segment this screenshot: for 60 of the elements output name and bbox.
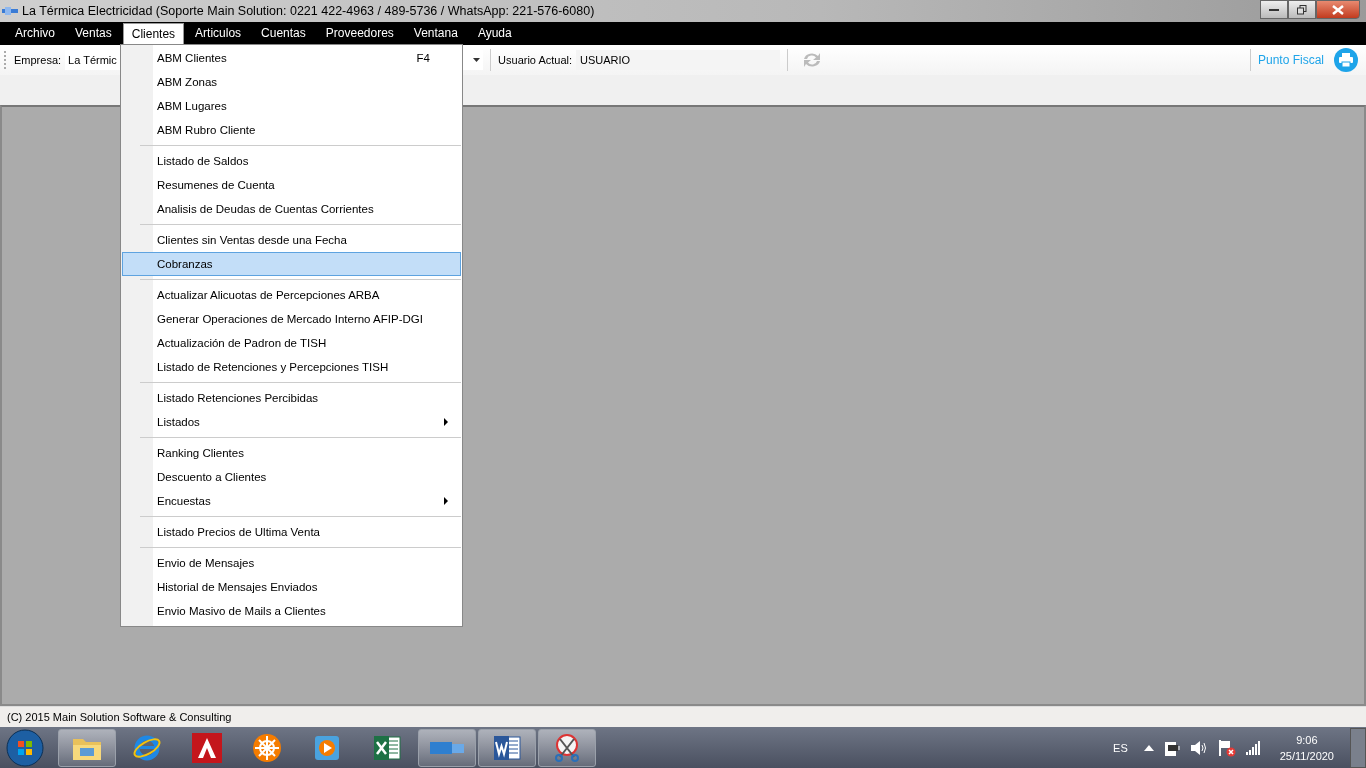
close-button[interactable]: [1316, 0, 1360, 19]
volume-icon[interactable]: [1189, 739, 1208, 756]
ship-wheel-icon: [252, 732, 282, 763]
menu-entry[interactable]: Historial de Mensajes Enviados: [122, 575, 461, 599]
minimize-button[interactable]: [1260, 0, 1288, 19]
menu-entry[interactable]: Listados: [122, 410, 461, 434]
status-text: (C) 2015 Main Solution Software & Consulting: [7, 711, 232, 723]
usuario-label: Usuario Actual:: [498, 54, 573, 66]
taskbar-app-button[interactable]: [478, 728, 536, 767]
start-button[interactable]: [6, 728, 44, 767]
restore-icon: [1297, 4, 1307, 15]
show-hidden-icons-icon[interactable]: [1143, 744, 1154, 751]
app-icon: [2, 6, 18, 16]
printer-icon[interactable]: [1334, 48, 1358, 72]
menu-entry[interactable]: Generar Operaciones de Mercado Interno AFIP-DGI: [122, 307, 461, 331]
menu-entry[interactable]: Listado Precios de Ultima Venta: [122, 520, 461, 544]
menu-item[interactable]: Ventana: [404, 23, 467, 45]
language-indicator[interactable]: ES: [1113, 741, 1128, 754]
menu-entry[interactable]: Envio de Mensajes: [122, 551, 461, 575]
dropdown-arrow-icon: [473, 58, 481, 62]
menu-entry[interactable]: Analisis de Deudas de Cuentas Corrientes: [122, 197, 461, 221]
menu-item[interactable]: Cuentas: [252, 23, 315, 45]
close-icon: [1332, 4, 1344, 15]
menu-entry[interactable]: Envio Masivo de Mails a Clientes: [122, 599, 461, 623]
menu-entry[interactable]: Actualización de Padron de TISH: [122, 331, 461, 355]
scissors-icon: [552, 732, 582, 763]
submenu-arrow-icon: [444, 418, 448, 426]
menu-entry[interactable]: Descuento a Clientes: [122, 465, 461, 489]
menu-item[interactable]: Ventas: [66, 23, 121, 45]
clock-date[interactable]: 25/11/2020: [1279, 747, 1334, 764]
usuario-field: USUARIO: [576, 50, 781, 70]
cad-icon: [192, 732, 222, 763]
taskbar-app-button[interactable]: [58, 728, 116, 767]
menu-entry[interactable]: ABM Rubro Cliente: [122, 118, 461, 142]
menu-entry[interactable]: ABM Zonas: [122, 70, 461, 94]
app-logo-icon: [430, 740, 464, 755]
menu-entry[interactable]: Resumenes de Cuenta: [122, 173, 461, 197]
menu-entry[interactable]: ABM Clientes F4: [122, 46, 461, 70]
clock-time[interactable]: 9:06: [1296, 731, 1318, 748]
menu-entry[interactable]: Listado de Saldos: [122, 149, 461, 173]
menu-item[interactable]: Clientes: [122, 23, 185, 45]
menu-item[interactable]: Proveedores: [316, 23, 403, 45]
menu-entry[interactable]: Actualizar Alicuotas de Percepciones ARBA: [122, 283, 461, 307]
menu-entry[interactable]: Ranking Clientes: [122, 441, 461, 465]
menu-entry[interactable]: Listado Retenciones Percibidas: [122, 386, 461, 410]
menu-item[interactable]: Articulos: [186, 23, 251, 45]
menu-entry[interactable]: ABM Lugares: [122, 94, 461, 118]
menu-entry[interactable]: Listado de Retenciones y Percepciones TISH: [122, 355, 461, 379]
menu-item[interactable]: Archivo: [6, 23, 64, 45]
submenu-arrow-icon: [444, 497, 448, 505]
empresa-label: Empresa:: [14, 54, 62, 66]
menu-entry[interactable]: Encuestas: [122, 489, 461, 513]
menu-item[interactable]: Ayuda: [468, 23, 521, 45]
flag-error-icon[interactable]: [1217, 738, 1236, 757]
signal-bars-icon[interactable]: [1245, 740, 1262, 755]
menu-entry[interactable]: Clientes sin Ventas desde una Fecha: [122, 228, 461, 252]
restore-button[interactable]: [1288, 0, 1316, 19]
menu-entry[interactable]: Cobranzas: [122, 252, 461, 276]
window-title: La Térmica Electricidad (Soporte Main Solution: 0221 422-4963 / 489-5736 / WhatsApp: 221-576-6080): [22, 4, 595, 18]
taskbar-app-button[interactable]: [538, 728, 596, 767]
